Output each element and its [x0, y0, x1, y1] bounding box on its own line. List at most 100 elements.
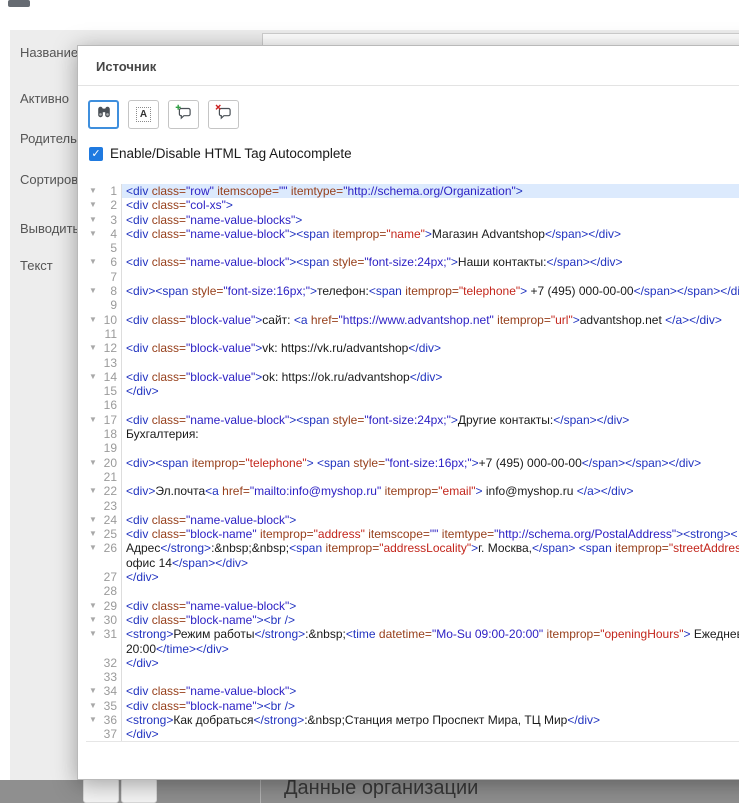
fold-arrow-icon[interactable]: ▼: [86, 627, 100, 641]
fold-arrow-icon[interactable]: ▼: [86, 370, 100, 384]
code-row[interactable]: ▼36<strong>Как добраться</strong>:&nbsp;…: [86, 713, 739, 727]
fold-arrow-icon[interactable]: ▼: [86, 413, 100, 427]
search-button[interactable]: [88, 100, 119, 129]
remove-protected-tag-button[interactable]: [208, 100, 239, 129]
background-toolbar-button[interactable]: [83, 778, 119, 803]
fold-arrow-icon[interactable]: ▼: [86, 255, 100, 269]
fold-arrow-icon[interactable]: ▼: [86, 341, 100, 355]
add-protected-tag-button[interactable]: [168, 100, 199, 129]
code-row[interactable]: 27</div>: [86, 570, 739, 584]
fold-arrow-icon[interactable]: ▼: [86, 313, 100, 327]
code-token: </span></span></div>: [582, 456, 701, 470]
code-row[interactable]: 13: [86, 356, 739, 370]
code-row[interactable]: 23: [86, 499, 739, 513]
code-row[interactable]: ▼20<div><span itemprop="telephone"> <spa…: [86, 456, 739, 470]
code-row[interactable]: ▼24<div class="name-value-block">: [86, 513, 739, 527]
code-row[interactable]: 18Бухгалтерия:: [86, 427, 739, 441]
fold-gutter: [86, 499, 100, 513]
code-token: itemscope=: [368, 527, 430, 541]
code-token: Бухгалтерия:: [126, 427, 199, 441]
code-row[interactable]: ▼31<strong>Режим работы</strong>:&nbsp;<…: [86, 627, 739, 641]
code-row[interactable]: 28: [86, 584, 739, 598]
code-token: class=: [152, 313, 186, 327]
code-row[interactable]: ▼2<div class="col-xs">: [86, 198, 739, 212]
code-token: >: [573, 313, 580, 327]
code-row[interactable]: ▼6<div class="name-value-block"><span st…: [86, 255, 739, 269]
fold-gutter: [86, 556, 100, 570]
line-number: 30: [100, 613, 122, 627]
code-editor[interactable]: ▼1<div class="row" itemscope="" itemtype…: [86, 184, 739, 742]
code-row[interactable]: ▼14<div class="block-value">ok: https://…: [86, 370, 739, 384]
code-row[interactable]: офис 14</span></div>: [86, 556, 739, 570]
line-number: 10: [100, 313, 122, 327]
code-row[interactable]: 15</div>: [86, 384, 739, 398]
autocomplete-checkbox[interactable]: ✓: [89, 147, 103, 161]
fold-arrow-icon[interactable]: ▼: [86, 484, 100, 498]
code-token: info@myshop.ru: [483, 484, 577, 498]
line-number: [100, 556, 122, 570]
fold-arrow-icon[interactable]: ▼: [86, 541, 100, 555]
fold-arrow-icon[interactable]: ▼: [86, 613, 100, 627]
fold-arrow-icon[interactable]: ▼: [86, 213, 100, 227]
code-row[interactable]: ▼17<div class="name-value-block"><span s…: [86, 413, 739, 427]
code-row[interactable]: 11: [86, 327, 739, 341]
code-row[interactable]: 32</div>: [86, 656, 739, 670]
code-token: сайт:: [262, 313, 294, 327]
code-row[interactable]: ▼25<div class="block-name" itemprop="add…: [86, 527, 739, 541]
code-row[interactable]: 9: [86, 298, 739, 312]
code-row[interactable]: 20:00</time></div>: [86, 642, 739, 656]
code-row[interactable]: ▼22<div>Эл.почта<a href="mailto:info@mys…: [86, 484, 739, 498]
code-token: Другие контакты:: [458, 413, 553, 427]
code-token: Ежедневно с 09:00 до: [691, 627, 739, 641]
code-row[interactable]: ▼1<div class="row" itemscope="" itemtype…: [86, 184, 739, 198]
line-number: 1: [100, 184, 122, 198]
code-row[interactable]: 19: [86, 441, 739, 455]
code-row[interactable]: ▼8<div><span style="font-size:16px;">тел…: [86, 284, 739, 298]
code-row[interactable]: 16: [86, 398, 739, 412]
code-line: [122, 327, 739, 341]
code-row[interactable]: ▼26Адрес</strong>:&nbsp;&nbsp;<span item…: [86, 541, 739, 555]
code-token: ><br />: [257, 699, 295, 713]
find-replace-button[interactable]: A: [128, 100, 159, 129]
fold-arrow-icon[interactable]: ▼: [86, 227, 100, 241]
code-token: "name-value-block": [186, 513, 289, 527]
code-row[interactable]: ▼4<div class="name-value-block"><span it…: [86, 227, 739, 241]
background-toolbar-button[interactable]: [121, 778, 157, 803]
code-token: class=: [152, 684, 186, 698]
fold-arrow-icon[interactable]: ▼: [86, 513, 100, 527]
fold-arrow-icon[interactable]: ▼: [86, 456, 100, 470]
code-token: "block-value": [186, 313, 255, 327]
code-row[interactable]: ▼10<div class="block-value">сайт: <a hre…: [86, 313, 739, 327]
code-token: >: [226, 198, 233, 212]
code-token: <div: [126, 255, 152, 269]
code-row[interactable]: 33: [86, 670, 739, 684]
fold-gutter: [86, 727, 100, 741]
fold-arrow-icon[interactable]: ▼: [86, 198, 100, 212]
fold-gutter: [86, 570, 100, 584]
code-row[interactable]: 21: [86, 470, 739, 484]
code-token: <a: [205, 484, 222, 498]
fold-arrow-icon[interactable]: ▼: [86, 699, 100, 713]
fold-arrow-icon[interactable]: ▼: [86, 527, 100, 541]
code-row[interactable]: 7: [86, 270, 739, 284]
code-row[interactable]: 37</div>: [86, 727, 739, 741]
code-token: <div: [126, 699, 152, 713]
code-row[interactable]: ▼12<div class="block-value">vk: https://…: [86, 341, 739, 355]
fold-arrow-icon[interactable]: ▼: [86, 713, 100, 727]
code-token: "name-value-block": [186, 684, 289, 698]
fold-arrow-icon[interactable]: ▼: [86, 284, 100, 298]
code-token: itemprop=: [405, 284, 459, 298]
code-row[interactable]: ▼35<div class="block-name"><br />: [86, 699, 739, 713]
code-row[interactable]: ▼3<div class="name-value-blocks">: [86, 213, 739, 227]
code-token: Эл.почта: [155, 484, 205, 498]
code-token: <div: [126, 684, 152, 698]
code-token: >: [289, 599, 296, 613]
code-row[interactable]: ▼34<div class="name-value-block">: [86, 684, 739, 698]
code-row[interactable]: ▼30<div class="block-name"><br />: [86, 613, 739, 627]
code-row[interactable]: ▼29<div class="name-value-block">: [86, 599, 739, 613]
fold-arrow-icon[interactable]: ▼: [86, 684, 100, 698]
code-token: class=: [152, 198, 186, 212]
code-row[interactable]: 5: [86, 241, 739, 255]
fold-arrow-icon[interactable]: ▼: [86, 184, 100, 198]
fold-arrow-icon[interactable]: ▼: [86, 599, 100, 613]
